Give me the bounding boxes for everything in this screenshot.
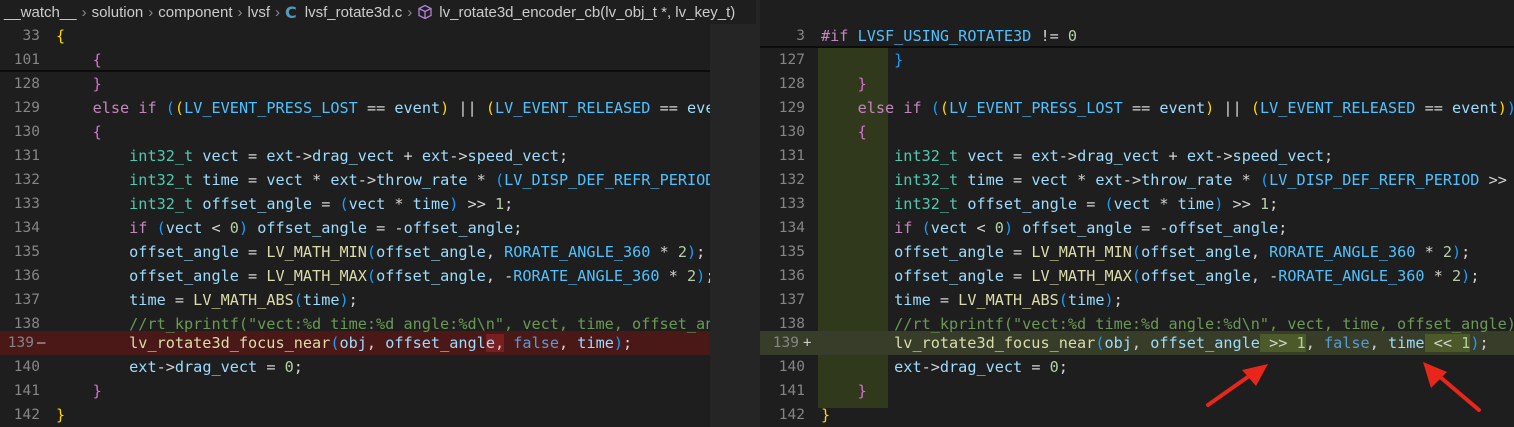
line-number: 130 — [778, 124, 805, 140]
line-number: 130 — [13, 124, 40, 140]
line-number: 101 — [13, 52, 40, 68]
code-line: 33 { — [0, 24, 710, 48]
code-line: 137 time = LV_MATH_ABS(time); — [0, 288, 710, 312]
line-number: 142 — [13, 407, 40, 423]
line-number: 129 — [13, 100, 40, 116]
code-line: 132 int32_t time = vect * ext->throw_rat… — [760, 168, 1514, 192]
code-line: 101 { — [0, 48, 710, 72]
left-editor-pane[interactable]: 33 { 101 { 128 } 129 else if ((LV_EVENT_… — [0, 0, 710, 427]
breadcrumb-item[interactable]: lvsf — [247, 4, 270, 21]
line-number: 129 — [778, 100, 805, 116]
line-number: 141 — [13, 383, 40, 399]
code-line: 135 offset_angle = LV_MATH_MIN(offset_an… — [0, 240, 710, 264]
line-number: 139 — [7, 335, 34, 351]
code-line: 134 if (vect < 0) offset_angle = -offset… — [760, 216, 1514, 240]
chevron-right-icon: › — [148, 3, 154, 21]
chevron-right-icon: › — [237, 3, 243, 21]
line-number: 135 — [778, 244, 805, 260]
code-line: 130 { — [760, 120, 1514, 144]
code-line: 142 } — [0, 403, 710, 427]
code-line: 132 int32_t time = vect * ext->throw_rat… — [0, 168, 710, 192]
diff-divider[interactable] — [710, 0, 760, 427]
breadcrumb: __watch__ › solution › component › lvsf … — [0, 0, 756, 24]
line-number: 33 — [22, 28, 40, 44]
code-line: 140 ext->drag_vect = 0; — [760, 355, 1514, 379]
annotation-arrow-icon — [1206, 364, 1268, 407]
line-number: 131 — [778, 148, 805, 164]
line-number: 140 — [13, 359, 40, 375]
added-marker: + — [803, 335, 812, 351]
code-line: 133 int32_t offset_angle = (vect * time)… — [0, 192, 710, 216]
code-line: 135 offset_angle = LV_MATH_MIN(offset_an… — [760, 240, 1514, 264]
code-line: 3 #if LVSF_USING_ROTATE3D != 0 — [760, 24, 1514, 48]
chevron-right-icon: › — [274, 3, 280, 21]
line-number: 132 — [778, 172, 805, 188]
code-line: 130 { — [0, 120, 710, 144]
code-line: 136 offset_angle = LV_MATH_MAX(offset_an… — [760, 264, 1514, 288]
code-line: 129 else if ((LV_EVENT_PRESS_LOST == eve… — [760, 96, 1514, 120]
chevron-right-icon: › — [407, 3, 413, 21]
code-line: 128 } — [0, 72, 710, 96]
line-number: 132 — [13, 172, 40, 188]
code-line: 141 } — [760, 379, 1514, 403]
line-number: 131 — [13, 148, 40, 164]
code-line: 142 } — [760, 403, 1514, 427]
code-line: 134 if (vect < 0) offset_angle = -offset… — [0, 216, 710, 240]
line-number: 137 — [778, 292, 805, 308]
code-line: 131 int32_t vect = ext->drag_vect + ext-… — [0, 144, 710, 168]
line-number: 128 — [13, 76, 40, 92]
code-line-added: 139 + lv_rotate3d_focus_near(obj, offset… — [760, 331, 1514, 355]
code-line: 131 int32_t vect = ext->drag_vect + ext-… — [760, 144, 1514, 168]
code-line: 133 int32_t offset_angle = (vect * time)… — [760, 192, 1514, 216]
line-number: 128 — [778, 76, 805, 92]
line-number: 141 — [778, 383, 805, 399]
line-number: 133 — [778, 196, 805, 212]
removed-marker: — — [37, 335, 46, 351]
c-file-icon: C — [284, 2, 297, 22]
chevron-right-icon: › — [81, 3, 87, 21]
line-number: 133 — [13, 196, 40, 212]
line-number: 134 — [13, 220, 40, 236]
code-line: 128 } — [760, 72, 1514, 96]
line-number: 139 — [772, 335, 799, 351]
cube-icon — [418, 4, 432, 20]
code-line: 141 } — [0, 379, 710, 403]
code-line: 127 } — [760, 48, 1514, 72]
line-number: 135 — [13, 244, 40, 260]
line-number: 140 — [778, 359, 805, 375]
line-number: 142 — [778, 407, 805, 423]
line-number: 127 — [778, 52, 805, 68]
right-editor-pane[interactable]: 3 #if LVSF_USING_ROTATE3D != 0 127 } 128… — [760, 0, 1514, 427]
code-line: 137 time = LV_MATH_ABS(time); — [760, 288, 1514, 312]
code-line: 129 else if ((LV_EVENT_PRESS_LOST == eve… — [0, 96, 710, 120]
line-number: 136 — [778, 268, 805, 284]
line-number: 134 — [778, 220, 805, 236]
code-line: 140 ext->drag_vect = 0; — [0, 355, 710, 379]
annotation-arrow-icon — [1423, 362, 1481, 412]
code-line-removed: 139 — lv_rotate3d_focus_near(obj, offset… — [0, 331, 710, 355]
line-number: 136 — [13, 268, 40, 284]
breadcrumb-item[interactable]: solution — [92, 4, 144, 21]
breadcrumb-item[interactable]: component — [158, 4, 232, 21]
breadcrumb-symbol[interactable]: lv_rotate3d_encoder_cb(lv_obj_t *, lv_ke… — [439, 4, 735, 21]
line-number: 3 — [796, 28, 805, 44]
line-number: 137 — [13, 292, 40, 308]
breadcrumb-item[interactable]: __watch__ — [4, 4, 77, 21]
code-line: 136 offset_angle = LV_MATH_MAX(offset_an… — [0, 264, 710, 288]
breadcrumb-file[interactable]: lvsf_rotate3d.c — [305, 4, 403, 21]
